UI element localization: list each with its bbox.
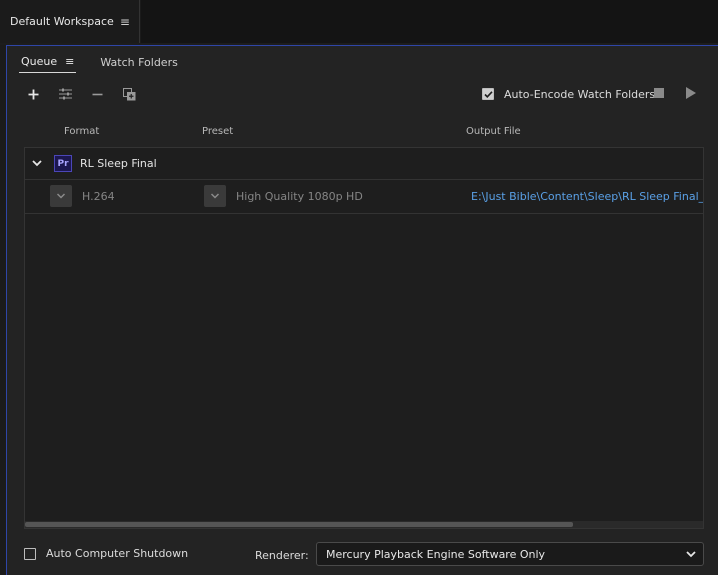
auto-encode-checkbox[interactable] xyxy=(482,88,494,100)
checkmark-icon xyxy=(483,90,493,98)
tab-queue-label: Queue xyxy=(21,55,58,68)
queue-output-row[interactable]: H.264 High Quality 1080p HD E:\Just Bibl… xyxy=(25,180,703,214)
renderer-value: Mercury Playback Engine Software Only xyxy=(326,547,546,561)
output-file-link[interactable]: E:\Just Bible\Content\Sleep\RL Sleep Fin… xyxy=(471,190,703,203)
queue-source-row[interactable]: Pr RL Sleep Final xyxy=(25,148,703,180)
column-header-preset[interactable]: Preset xyxy=(202,126,233,137)
auto-encode-toggle[interactable]: Auto-Encode Watch Folders xyxy=(482,86,655,102)
auto-encode-label: Auto-Encode Watch Folders xyxy=(504,87,656,101)
queue-panel: Queue ≡ Watch Folders Auto-Encode Watch … xyxy=(6,45,718,575)
tab-queue[interactable]: Queue ≡ xyxy=(19,51,77,73)
column-header-output[interactable]: Output File xyxy=(466,126,521,137)
workspace-title: Default Workspace xyxy=(10,15,114,28)
plus-icon xyxy=(28,89,38,99)
sliders-icon xyxy=(58,88,72,100)
preset-dropdown-button[interactable] xyxy=(204,185,226,207)
column-header-format[interactable]: Format xyxy=(64,126,99,137)
format-dropdown-button[interactable] xyxy=(50,185,72,207)
queue-list[interactable]: Pr RL Sleep Final H.264 High Quality 108… xyxy=(24,147,704,529)
chevron-down-icon xyxy=(686,551,696,558)
tab-watch-folders-label: Watch Folders xyxy=(100,55,178,69)
horizontal-scrollbar[interactable] xyxy=(25,521,703,528)
auto-shutdown-label: Auto Computer Shutdown xyxy=(46,547,189,560)
queue-toolbar xyxy=(23,84,151,104)
panel-tabs: Queue ≡ Watch Folders xyxy=(19,51,202,73)
stop-queue-button[interactable] xyxy=(654,88,664,98)
premiere-pro-icon: Pr xyxy=(54,155,72,172)
remove-button[interactable] xyxy=(87,84,107,104)
settings-button[interactable] xyxy=(55,84,75,104)
auto-shutdown-toggle[interactable]: Auto Computer Shutdown xyxy=(24,547,188,560)
minus-icon xyxy=(92,93,102,95)
workspace-tab[interactable]: Default Workspace ≡ xyxy=(0,0,140,43)
auto-shutdown-checkbox[interactable] xyxy=(24,547,36,560)
hamburger-menu-icon[interactable]: ≡ xyxy=(120,15,130,29)
format-value[interactable]: H.264 xyxy=(82,190,115,203)
tab-watch-folders[interactable]: Watch Folders xyxy=(98,51,179,73)
preset-value[interactable]: High Quality 1080p HD xyxy=(236,190,363,203)
renderer-label: Renderer: xyxy=(255,549,309,562)
chevron-down-icon xyxy=(56,193,66,199)
renderer-select[interactable]: Mercury Playback Engine Software Only xyxy=(316,542,704,566)
tab-menu-icon[interactable]: ≡ xyxy=(65,55,74,68)
duplicate-icon xyxy=(122,87,135,100)
chevron-down-icon[interactable] xyxy=(31,157,43,169)
workspace-bar: Default Workspace ≡ xyxy=(0,0,718,43)
start-queue-button[interactable] xyxy=(686,87,696,99)
duplicate-button[interactable] xyxy=(119,84,139,104)
chevron-down-icon xyxy=(210,193,220,199)
workspace-bar-empty xyxy=(141,0,718,43)
scrollbar-thumb[interactable] xyxy=(25,522,573,527)
add-source-button[interactable] xyxy=(23,84,43,104)
source-name: RL Sleep Final xyxy=(80,157,157,170)
